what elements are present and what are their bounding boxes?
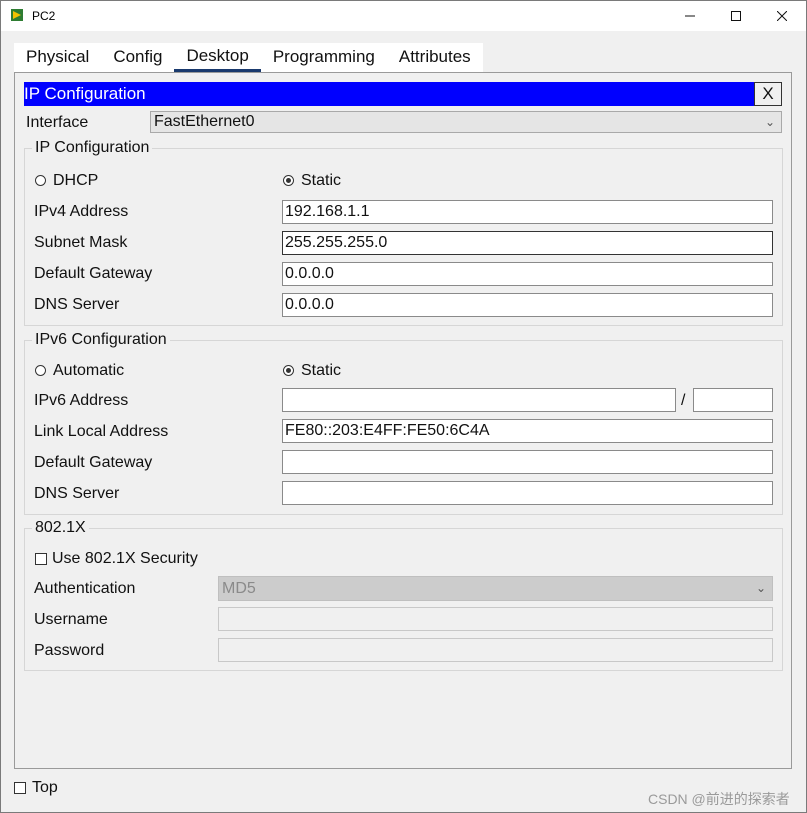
use-dot1x-label: Use 802.1X Security: [52, 550, 198, 567]
ipv4-gateway-label: Default Gateway: [34, 265, 153, 282]
tab-bar: Physical Config Desktop Programming Attr…: [14, 43, 483, 72]
ipv4-group-title: IP Configuration: [32, 139, 153, 157]
ipv6-prefix-input[interactable]: [693, 388, 773, 412]
ipv6-address-label: IPv6 Address: [34, 392, 129, 409]
maximize-button[interactable]: [713, 1, 759, 31]
tab-attributes[interactable]: Attributes: [386, 43, 483, 72]
ipv4-gateway-input[interactable]: 0.0.0.0: [282, 262, 773, 286]
ipv6-gateway-input[interactable]: [282, 450, 773, 474]
authentication-value: MD5: [222, 580, 256, 597]
top-label: Top: [32, 779, 58, 796]
ipv6-group-title: IPv6 Configuration: [32, 331, 170, 349]
top-checkbox[interactable]: [14, 782, 26, 794]
dhcp-radio[interactable]: [35, 175, 46, 186]
ipv6-static-label: Static: [301, 362, 342, 379]
interface-value: FastEthernet0: [154, 113, 255, 130]
tab-config[interactable]: Config: [101, 43, 175, 72]
authentication-label: Authentication: [34, 580, 136, 597]
username-label: Username: [34, 611, 108, 628]
prefix-separator: /: [681, 392, 686, 409]
use-dot1x-checkbox[interactable]: [35, 553, 47, 565]
link-local-input[interactable]: FE80::203:E4FF:FE50:6C4A: [282, 419, 773, 443]
ipv6-automatic-radio[interactable]: [35, 365, 46, 376]
interface-label: Interface: [26, 114, 89, 131]
ipv6-automatic-label: Automatic: [53, 362, 125, 379]
dot1x-group-title: 802.1X: [32, 519, 89, 537]
dialog-close-button[interactable]: X: [754, 82, 782, 106]
tab-programming[interactable]: Programming: [260, 43, 387, 72]
close-icon: [777, 11, 787, 21]
packet-tracer-icon: [11, 9, 23, 21]
watermark: CSDN @前进的探索者: [648, 791, 790, 807]
ipv6-address-input[interactable]: [282, 388, 676, 412]
subnet-mask-label: Subnet Mask: [34, 234, 128, 251]
subnet-mask-input[interactable]: 255.255.255.0: [282, 231, 773, 255]
ipv6-dns-label: DNS Server: [34, 485, 120, 502]
maximize-icon: [731, 11, 741, 21]
ipv6-dns-input[interactable]: [282, 481, 773, 505]
ipv6-gateway-label: Default Gateway: [34, 454, 153, 471]
dialog-title-bar: IP Configuration: [24, 82, 782, 106]
tab-physical[interactable]: Physical: [14, 43, 102, 72]
ipv4-address-label: IPv4 Address: [34, 203, 129, 220]
tab-desktop[interactable]: Desktop: [174, 43, 261, 72]
interface-select[interactable]: FastEthernet0 ⌄: [150, 111, 782, 133]
ipv6-static-radio[interactable]: [283, 365, 294, 376]
username-input[interactable]: [218, 607, 773, 631]
password-label: Password: [34, 642, 105, 659]
password-input[interactable]: [218, 638, 773, 662]
link-local-label: Link Local Address: [34, 423, 169, 440]
ipv4-address-input[interactable]: 192.168.1.1: [282, 200, 773, 224]
dialog-title: IP Configuration: [24, 84, 146, 103]
authentication-select[interactable]: MD5 ⌄: [218, 576, 773, 601]
ipv4-dns-label: DNS Server: [34, 296, 120, 313]
minimize-button[interactable]: [667, 1, 713, 31]
chevron-down-icon: ⌄: [755, 581, 766, 595]
dhcp-label: DHCP: [53, 172, 99, 189]
close-window-button[interactable]: [759, 1, 805, 31]
ipv4-static-radio[interactable]: [283, 175, 294, 186]
window-title: PC2: [32, 9, 56, 23]
title-bar: PC2: [1, 1, 806, 31]
minimize-icon: [685, 15, 695, 17]
chevron-down-icon: ⌄: [764, 115, 775, 129]
ipv4-static-label: Static: [301, 172, 342, 189]
ipv4-dns-input[interactable]: 0.0.0.0: [282, 293, 773, 317]
